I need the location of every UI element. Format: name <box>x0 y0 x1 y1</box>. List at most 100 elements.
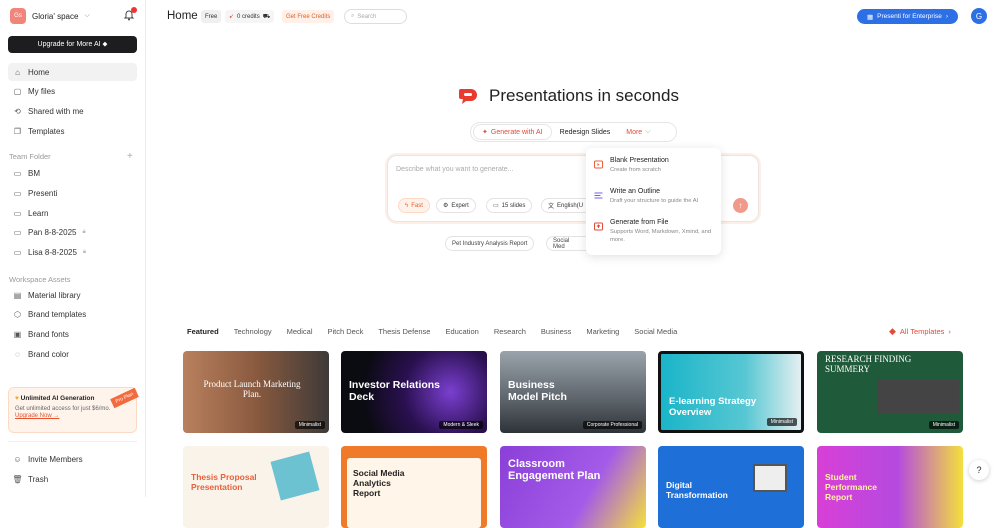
folder-label: BM <box>28 168 40 178</box>
promo-upgrade-link[interactable]: Upgrade Now → <box>15 413 130 419</box>
workspace-switcher[interactable]: Gs Gloria' space ⌵ <box>10 8 90 24</box>
suggestion-chip[interactable]: Pet Industry Analysis Report <box>445 236 535 251</box>
folder-item[interactable]: ▭ Pan 8-8-2025 🔒︎ <box>8 223 137 241</box>
category-tab[interactable]: Education <box>445 327 478 336</box>
rocket-icon: ➹ <box>229 14 235 20</box>
folder-icon: ▭ <box>13 188 22 198</box>
template-card[interactable]: Thesis Proposal Presentation <box>183 446 329 528</box>
folder-item[interactable]: ▭ Learn <box>8 204 137 222</box>
category-tab[interactable]: Marketing <box>586 327 619 336</box>
category-tab[interactable]: Social Media <box>634 327 677 336</box>
tab-redesign-slides[interactable]: Redesign Slides <box>552 124 619 140</box>
category-tab[interactable]: Business <box>541 327 571 336</box>
palette-icon: ◌ <box>15 349 20 359</box>
arrow-up-icon: ↑ <box>738 201 743 210</box>
sidebar-item-label: Templates <box>28 126 65 136</box>
sidebar-item-templates[interactable]: ❐ Templates <box>8 122 137 140</box>
menu-item-blank[interactable]: Blank Presentation Create from scratch <box>594 157 669 174</box>
credits-badge[interactable]: ➹ 0 credits ⛟ <box>225 10 275 23</box>
asset-label: Brand fonts <box>28 329 69 339</box>
sidebar-item-label: Shared with me <box>28 106 84 116</box>
template-card[interactable]: Student Performance Report <box>817 446 963 528</box>
template-card[interactable]: Business Model Pitch Corporate Professio… <box>500 351 646 433</box>
prompt-input[interactable]: Describe what you want to generate... <box>396 166 514 173</box>
category-tab[interactable]: Thesis Defense <box>378 327 430 336</box>
menu-item-title: Write an Outline <box>610 188 661 195</box>
templates-icon: ❐ <box>13 126 22 136</box>
template-card[interactable]: RESEARCH FINDING SUMMERY Minimalist <box>817 351 963 433</box>
sidebar-item-my-files[interactable]: ▢ My files <box>8 82 137 100</box>
template-card[interactable]: Investor Relations Deck Modern & Sleek <box>341 351 487 433</box>
add-folder-icon[interactable]: + <box>127 151 133 162</box>
template-decoration <box>753 464 787 492</box>
asset-brand-templates[interactable]: ⬡ Brand templates <box>8 305 137 323</box>
asset-brand-color[interactable]: ◌ Brand color <box>8 345 137 363</box>
home-icon: ⌂ <box>15 67 20 77</box>
category-tab[interactable]: Pitch Deck <box>327 327 363 336</box>
template-title: Investor Relations Deck <box>349 379 441 403</box>
template-card[interactable]: Classroom Engagement Plan <box>500 446 646 528</box>
folder-item[interactable]: ▭ Lisa 8-8-2025 🔒︎ <box>8 243 137 261</box>
template-title: Product Launch Marketing Plan. <box>203 379 301 399</box>
hero: Presentations in seconds <box>457 86 679 106</box>
more-menu: Blank Presentation Create from scratch Wr… <box>586 148 721 255</box>
all-templates-link[interactable]: ◆ All Templates › <box>889 326 951 337</box>
chevron-down-icon: ⌵ <box>84 12 90 19</box>
tab-generate-with-ai[interactable]: ✦ Generate with AI <box>473 124 552 140</box>
asset-label: Material library <box>28 290 81 300</box>
lock-icon: 🔒︎ <box>82 228 86 235</box>
invite-members-button[interactable]: ☺ Invite Members <box>8 450 137 468</box>
user-avatar[interactable]: G <box>971 8 987 24</box>
user-icon: ☺ <box>13 454 22 464</box>
asset-brand-fonts[interactable]: ▣ Brand fonts <box>8 325 137 343</box>
template-card[interactable]: Product Launch Marketing Plan. Minimalis… <box>183 351 329 433</box>
upgrade-button[interactable]: Upgrade for More AI ⬥ <box>8 36 137 53</box>
question-icon: ? <box>976 465 982 475</box>
template-title: E-learning Strategy Overview <box>669 396 757 418</box>
heart-icon: ♥ <box>15 395 19 402</box>
slides-count-select[interactable]: ▭ 15 slides <box>486 198 533 213</box>
folder-item[interactable]: ▭ BM <box>8 164 137 182</box>
template-card[interactable]: Social Media Analytics Report <box>341 446 487 528</box>
style-badge: Minimalist <box>294 421 325 429</box>
invite-label: Invite Members <box>28 454 83 464</box>
translate-icon: 文 <box>548 204 555 210</box>
get-free-credits-button[interactable]: Get Free Credits <box>282 10 335 23</box>
folder-item[interactable]: ▭ Presenti <box>8 184 137 202</box>
expert-mode-button[interactable]: ⚙ Expert <box>436 198 476 213</box>
workspace-avatar: Gs <box>10 8 26 24</box>
menu-item-title: Generate from File <box>610 219 669 226</box>
tab-more[interactable]: More ⌵ <box>618 124 658 140</box>
style-badge: Minimalist <box>928 421 959 429</box>
trash-button[interactable]: 🗑︎ Trash <box>8 470 137 488</box>
menu-item-from-file[interactable]: Generate from File Supports Word, Markdow… <box>594 219 714 244</box>
suggestion-chip[interactable]: Social Med <box>546 236 588 251</box>
category-tab[interactable]: Research <box>494 327 526 336</box>
template-title: Classroom Engagement Plan <box>508 458 601 482</box>
template-card[interactable]: Digital Transformation <box>658 446 804 528</box>
category-tab[interactable]: Medical <box>287 327 313 336</box>
notification-button[interactable] <box>123 7 137 21</box>
style-badge: Minimalist <box>766 418 797 426</box>
asset-material-library[interactable]: ▤ Material library <box>8 286 137 304</box>
divider <box>8 441 137 442</box>
promo-card[interactable]: ♥ Unlimited AI Generation Get unlimited … <box>8 387 139 433</box>
sidebar-item-label: Home <box>28 67 50 77</box>
help-button[interactable]: ? <box>969 460 989 480</box>
category-tab[interactable]: Technology <box>234 327 272 336</box>
template-card[interactable]: E-learning Strategy Overview Minimalist <box>658 351 804 433</box>
category-tab[interactable]: Featured <box>187 327 219 336</box>
template-title: Student Performance Report <box>825 472 877 502</box>
folder-label: Learn <box>28 208 49 218</box>
language-select[interactable]: 文 English(U <box>541 198 587 213</box>
template-title: Business Model Pitch <box>508 379 567 403</box>
library-icon: ▤ <box>13 290 22 300</box>
search-input[interactable]: ⌕ Search <box>344 9 407 24</box>
sidebar: Gs Gloria' space ⌵ Upgrade for More AI ⬥… <box>0 0 146 497</box>
menu-item-outline[interactable]: Write an Outline Draft your structure to … <box>594 188 698 205</box>
sidebar-item-shared[interactable]: ⟲ Shared with me <box>8 102 137 120</box>
fast-mode-button[interactable]: ϟ Fast <box>398 198 430 213</box>
send-button[interactable]: ↑ <box>733 198 748 213</box>
enterprise-button[interactable]: ▦ Presenti for Enterprise › <box>857 9 958 24</box>
sidebar-item-home[interactable]: ⌂ Home <box>8 63 137 81</box>
